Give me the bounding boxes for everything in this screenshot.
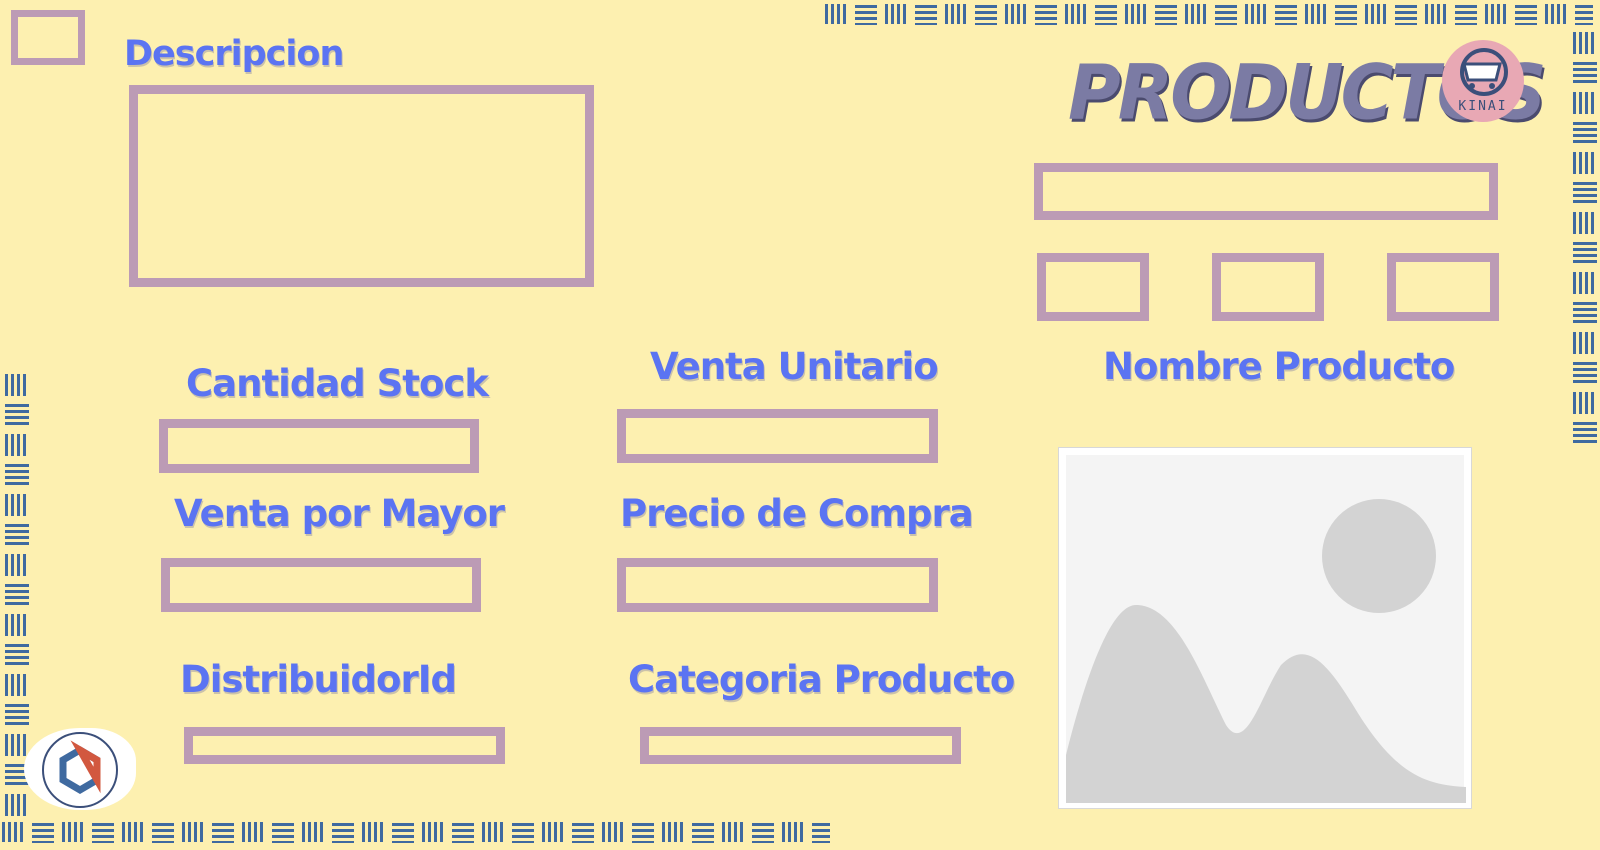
right-border-pattern — [1570, 30, 1600, 448]
categoria-producto-input[interactable] — [640, 727, 961, 764]
distribuidor-id-input[interactable] — [184, 727, 505, 764]
distribuidor-id-label: DistribuidorId — [180, 658, 457, 701]
cantidad-stock-input[interactable] — [159, 419, 479, 473]
top-border-pattern — [823, 2, 1593, 26]
venta-unitario-input[interactable] — [617, 409, 938, 463]
venta-por-mayor-input[interactable] — [161, 558, 481, 612]
descripcion-textarea[interactable] — [129, 85, 594, 287]
logo-text: KINAI — [1458, 99, 1508, 114]
descripcion-label: Descripcion — [124, 34, 344, 74]
productos-screen: Descripcion PRODUCTOS KINAI Cantidad Sto… — [0, 0, 1600, 850]
product-image-frame[interactable] — [1058, 447, 1472, 809]
precio-de-compra-label: Precio de Compra — [620, 492, 974, 535]
nombre-producto-label: Nombre Producto — [1103, 345, 1455, 388]
image-placeholder-icon — [1066, 499, 1466, 803]
brand-emblem-icon — [42, 732, 118, 808]
diegogg-logo-icon — [24, 728, 136, 810]
kinai-logo-icon: KINAI — [1442, 40, 1524, 122]
action-button-1[interactable] — [1037, 253, 1149, 321]
action-button-3[interactable] — [1387, 253, 1499, 321]
small-corner-box[interactable] — [11, 10, 85, 65]
precio-de-compra-input[interactable] — [617, 558, 938, 612]
categoria-producto-label: Categoria Producto — [628, 658, 1015, 701]
nombre-producto-input[interactable] — [1034, 163, 1498, 220]
venta-por-mayor-label: Venta por Mayor — [174, 492, 505, 535]
venta-unitario-label: Venta Unitario — [650, 345, 939, 388]
bottom-border-pattern — [0, 820, 830, 844]
cantidad-stock-label: Cantidad Stock — [186, 362, 489, 405]
product-image-area — [1066, 455, 1466, 803]
action-button-2[interactable] — [1212, 253, 1324, 321]
